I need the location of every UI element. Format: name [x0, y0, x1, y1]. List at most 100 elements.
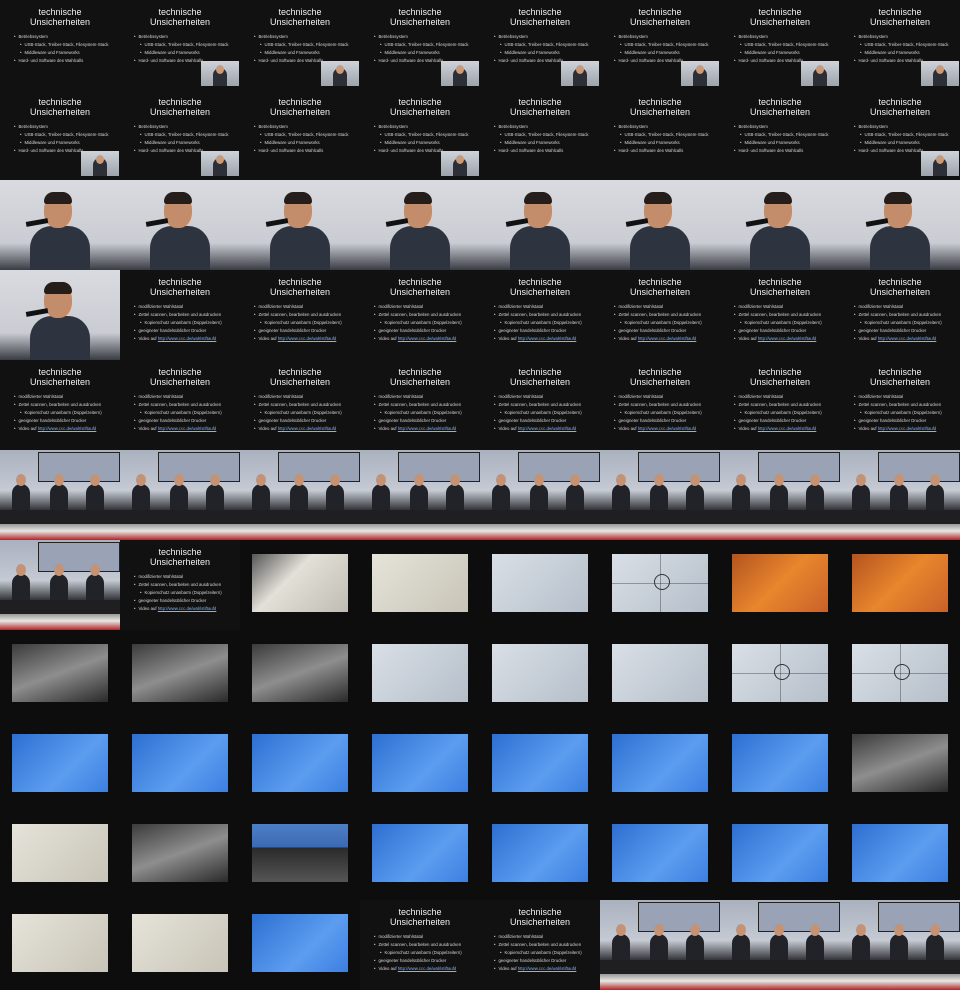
slide-bullet: Middleware und Frameworks: [14, 139, 109, 147]
slide-bullet: Video auf http://www.ccc.de/wahlstiftauf…: [254, 425, 342, 433]
picture-in-picture: [81, 151, 119, 176]
projection-screen: [638, 902, 720, 932]
thumbnail: [600, 900, 720, 990]
speaker-body: [870, 226, 930, 270]
slide-bullet: Betriebssystem: [494, 123, 589, 131]
slide-title: technische Unsicherheiten: [269, 97, 331, 117]
speaker-closeup: [0, 270, 120, 360]
speaker-closeup: [240, 180, 360, 270]
slide-bullet: Betriebssystem: [854, 33, 949, 41]
panel-wide-shot: [840, 900, 960, 990]
slide-bullets: modifizierter WahlstatalZettel scannen, …: [614, 393, 702, 433]
slide-bullet: Zettel scannen, bearbeiten und ausdrucke…: [494, 311, 582, 319]
slide-title: technische Unsicherheiten: [749, 367, 811, 387]
speaker-hair: [44, 192, 72, 204]
speaker-face: [936, 65, 944, 74]
thumbnail: technischeUnsicherheiten BetriebssystemUS…: [360, 0, 480, 90]
thumbnail: [480, 450, 600, 540]
thumbnail: [720, 810, 840, 900]
photo-frame: [120, 720, 240, 810]
microphone: [265, 218, 289, 227]
thumbnail: [240, 540, 360, 630]
thumbnail: [840, 180, 960, 270]
slide-bullet: Middleware und Frameworks: [494, 139, 589, 147]
speaker-closeup: [480, 180, 600, 270]
panelist: [290, 474, 308, 510]
thumbnail: [840, 450, 960, 540]
photo-frame: [360, 540, 480, 630]
panel-wide-shot: [720, 900, 840, 990]
microphone: [25, 308, 49, 317]
panelist: [806, 474, 824, 510]
slide-bullet: Middleware und Frameworks: [854, 49, 949, 57]
slide-bullet: Betriebssystem: [374, 33, 469, 41]
projection-screen: [158, 452, 240, 482]
slide-bullet: geeigneter handelsüblicher Drucker: [734, 417, 822, 425]
slide-bullets: modifizierter WahlstatalZettel scannen, …: [614, 303, 702, 343]
table: [360, 510, 480, 524]
photo-frame: [0, 720, 120, 810]
thumbnail: technischeUnsicherheiten BetriebssystemUS…: [120, 90, 240, 180]
slide: technischeUnsicherheiten modifizierter Wa…: [360, 360, 480, 450]
speaker-hair: [164, 192, 192, 204]
slide-bullet: modifizierter Wahlstatal: [134, 573, 222, 581]
slide-bullet: Betriebssystem: [254, 33, 349, 41]
slide-title: technische Unsicherheiten: [629, 367, 691, 387]
microphone: [865, 218, 889, 227]
thumbnail: [120, 810, 240, 900]
slide-bullet: Zettel scannen, bearbeiten und ausdrucke…: [134, 311, 222, 319]
panelist: [252, 474, 270, 510]
speaker-hair: [884, 192, 912, 204]
thumbnail: [720, 720, 840, 810]
slide-bullet: modifizierter Wahlstatal: [494, 393, 582, 401]
slide-bullet: Kopierschutz umanbarm (Doppelzeitern): [614, 409, 702, 417]
thumbnail: [840, 720, 960, 810]
slide-title: technische Unsicherheiten: [269, 7, 331, 27]
slide-title: technische Unsicherheiten: [269, 277, 331, 297]
panelist: [890, 924, 908, 960]
slide-bullet: Kopierschutz umanbarm (Doppelzeitern): [374, 319, 462, 327]
thumbnail: technischeUnsicherheiten modifizierter Wa…: [0, 360, 120, 450]
slide: technischeUnsicherheiten BetriebssystemUS…: [600, 90, 720, 180]
slide-bullet: Video auf http://www.ccc.de/wahlstiftauf…: [854, 425, 942, 433]
thumbnail: [240, 180, 360, 270]
photo-frame: [240, 810, 360, 900]
thumbnail: [720, 180, 840, 270]
speaker-body: [150, 226, 210, 270]
slide-bullet: Middleware und Frameworks: [854, 139, 949, 147]
table: [720, 510, 840, 524]
thumbnail: [480, 810, 600, 900]
slide: technischeUnsicherheiten modifizierter Wa…: [480, 900, 600, 990]
slide-bullet: Middleware und Frameworks: [374, 49, 469, 57]
slide-bullet: Zettel scannen, bearbeiten und ausdrucke…: [854, 311, 942, 319]
slide: technischeUnsicherheiten modifizierter Wa…: [0, 360, 120, 450]
photo-lcd-circle: [612, 554, 708, 612]
slide-bullet: geeigneter handelsüblicher Drucker: [494, 417, 582, 425]
panelist: [170, 474, 188, 510]
slide-link: http://www.ccc.de/wahlstiftaufd: [757, 336, 817, 341]
slide-bullet: modifizierter Wahlstatal: [14, 393, 102, 401]
slide-bullet: Betriebssystem: [734, 123, 829, 131]
photo-desk-pic: [12, 644, 108, 702]
slide: technischeUnsicherheiten modifizierter Wa…: [600, 270, 720, 360]
photo-frame: [480, 540, 600, 630]
slide-bullet: Zettel scannen, bearbeiten und ausdrucke…: [374, 941, 462, 949]
thumbnail: [0, 900, 120, 990]
thumbnail: [480, 720, 600, 810]
slide-bullet: Zettel scannen, bearbeiten und ausdrucke…: [734, 311, 822, 319]
thumbnail: technischeUnsicherheiten modifizierter Wa…: [480, 270, 600, 360]
slide-link: http://www.ccc.de/wahlstiftaufd: [157, 606, 217, 611]
photo-frame: [840, 540, 960, 630]
speaker-body: [510, 226, 570, 270]
panelist: [686, 924, 704, 960]
photo-orange: [732, 554, 828, 612]
thumbnail-grid: technischeUnsicherheitenBetriebssystemUS…: [0, 0, 960, 990]
thumbnail: [240, 810, 360, 900]
slide-bullet: geeigneter handelsüblicher Drucker: [494, 957, 582, 965]
slide-bullet: modifizierter Wahlstatal: [614, 303, 702, 311]
slide: technischeUnsicherheiten modifizierter Wa…: [720, 270, 840, 360]
speaker-body: [270, 226, 330, 270]
slide-bullet: Video auf http://www.ccc.de/wahlstiftauf…: [494, 425, 582, 433]
thumbnail: technischeUnsicherheiten BetriebssystemUS…: [240, 90, 360, 180]
slide-bullet: Zettel scannen, bearbeiten und ausdrucke…: [134, 581, 222, 589]
